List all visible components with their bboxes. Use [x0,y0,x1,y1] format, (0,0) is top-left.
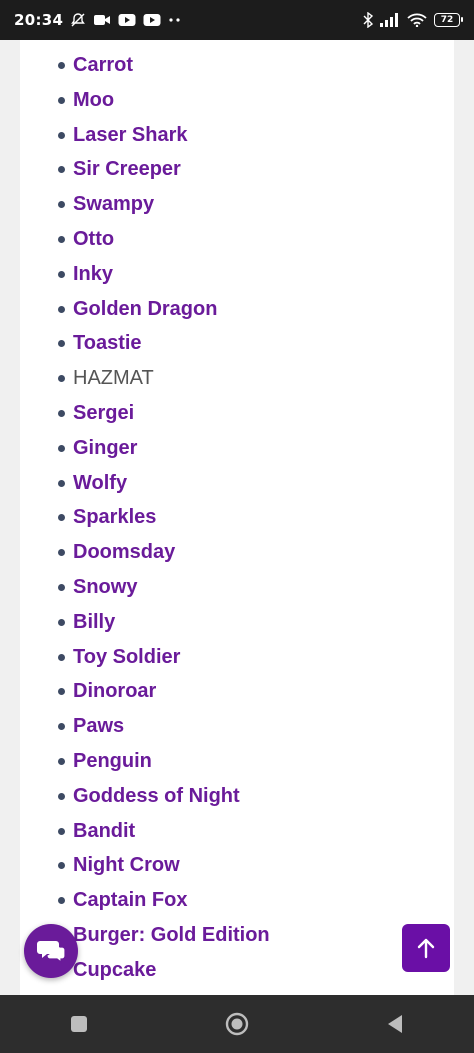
name-link[interactable]: Sergei [73,402,134,424]
back-triangle-icon [386,1014,404,1034]
name-link[interactable]: Burger: Gold Edition [73,924,270,946]
list-item: Ginger [20,431,454,466]
youtube-icon [143,13,161,27]
video-camera-icon [93,13,111,27]
list-item: Sparkles [20,500,454,535]
list-item: Snowy [20,570,454,605]
name-link[interactable]: Billy [73,611,115,633]
name-link[interactable]: Cupcake [73,959,156,981]
name-link[interactable]: Swampy [73,193,154,215]
arrow-up-icon [416,937,436,959]
list-item: Sir Creeper [20,152,454,187]
name-link[interactable]: Ginger [73,437,137,459]
list-item: Bandit [20,814,454,849]
name-link[interactable]: Sir Creeper [73,158,181,180]
name-link[interactable]: Doomsday [73,541,175,563]
list-item: Doomsday [20,535,454,570]
name-link[interactable]: Golden Dragon [73,298,217,320]
battery-icon: 72 [434,13,463,27]
status-bar-right: 72 [363,12,463,28]
signal-icon [380,13,400,27]
name-link[interactable]: Otto [73,228,114,250]
scroll-to-top-button[interactable] [402,924,450,972]
list-item: Otto [20,222,454,257]
name-link[interactable]: Paws [73,715,124,737]
chat-button[interactable] [24,924,78,978]
alarm-off-icon [70,12,86,28]
list-item: Sergei [20,396,454,431]
name-link[interactable]: Laser Shark [73,124,188,146]
list-item: Dinoroar [20,674,454,709]
status-time: 20:34 [14,11,64,29]
home-button[interactable] [207,995,267,1053]
name-link[interactable]: Toy Soldier [73,646,180,668]
name-link[interactable]: Wolfy [73,472,127,494]
list-item: Wolfy [20,466,454,501]
name-link[interactable]: Sparkles [73,506,156,528]
list-item: Carrot [20,48,454,83]
name-link[interactable]: Dinoroar [73,680,156,702]
list-item: Toastie [20,326,454,361]
list-item: Burger: Gold Edition [20,918,454,953]
list-item: Night Crow [20,848,454,883]
name-link[interactable]: Goddess of Night [73,785,240,807]
list-item: Toy Soldier [20,640,454,675]
home-circle-icon [225,1012,249,1036]
list-item: Penguin [20,744,454,779]
name-link[interactable]: Night Crow [73,854,180,876]
content-card: Carrot Moo Laser Shark Sir Creeper Swampy Ott… [20,40,454,995]
name-list: Carrot Moo Laser Shark Sir Creeper Swampy Ott… [20,40,454,988]
back-button[interactable] [365,995,425,1053]
chat-bubbles-icon [36,938,66,964]
name-link[interactable]: Toastie [73,332,142,354]
name-link[interactable]: Snowy [73,576,137,598]
list-item: Golden Dragon [20,292,454,327]
list-item: Goddess of Night [20,779,454,814]
recents-square-icon [70,1015,88,1033]
list-item: Captain Fox [20,883,454,918]
name-link[interactable]: Bandit [73,820,135,842]
list-item: Paws [20,709,454,744]
list-item: Moo [20,83,454,118]
list-item: HAZMAT [20,361,454,396]
status-bar: 20:34 72 [0,0,474,40]
name-link[interactable]: Moo [73,89,114,111]
navigation-bar [0,995,474,1053]
more-dots-icon [168,17,182,23]
name-link[interactable]: Inky [73,263,113,285]
youtube-icon [118,13,136,27]
bluetooth-icon [363,12,373,28]
list-item: Swampy [20,187,454,222]
list-item: Billy [20,605,454,640]
status-bar-left: 20:34 [14,11,182,29]
name-link[interactable]: Penguin [73,750,152,772]
list-item: Inky [20,257,454,292]
list-item: Cupcake [20,953,454,988]
name-text: HAZMAT [73,367,154,390]
name-link[interactable]: Captain Fox [73,889,187,911]
list-item: Laser Shark [20,118,454,153]
recents-button[interactable] [49,995,109,1053]
wifi-icon [407,13,427,27]
name-link[interactable]: Carrot [73,54,133,76]
